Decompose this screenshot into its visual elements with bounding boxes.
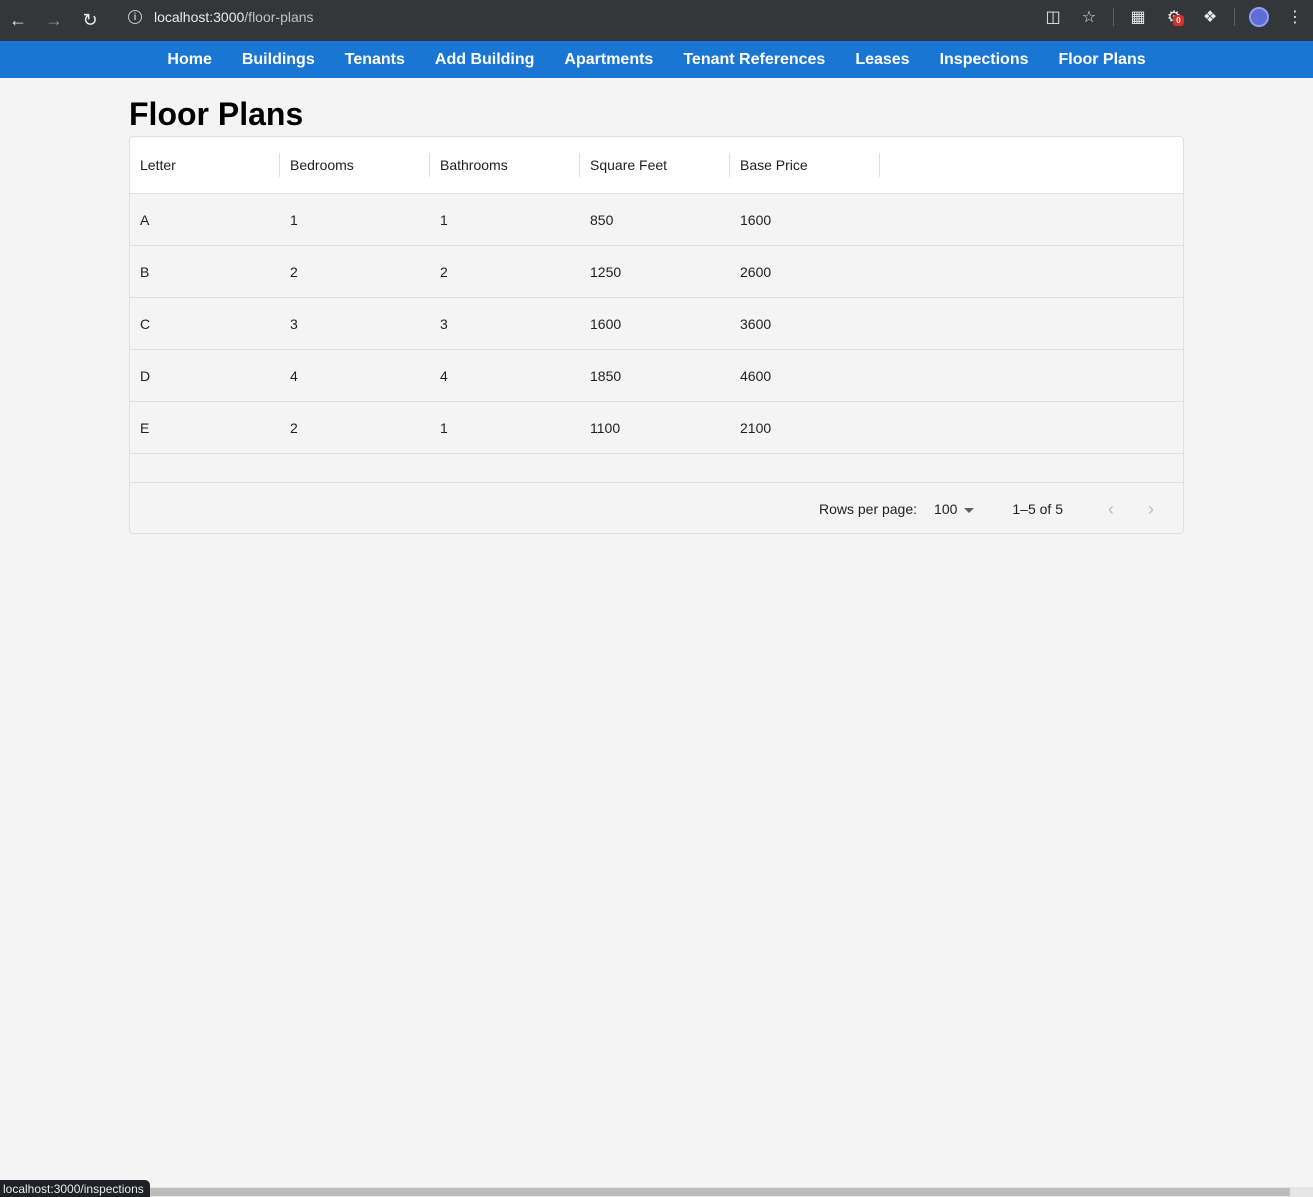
- rows-per-page-label: Rows per page:: [818, 501, 918, 517]
- column-header-bathrooms[interactable]: Bathrooms: [430, 137, 580, 193]
- column-header-letter[interactable]: Letter: [130, 137, 280, 193]
- url-host: localhost:3000: [154, 9, 245, 25]
- nav-link-floor-plans[interactable]: Floor Plans: [1043, 51, 1160, 69]
- nav-link-inspections[interactable]: Inspections: [925, 51, 1044, 69]
- page-title: Floor Plans: [129, 96, 304, 132]
- url-path: /floor-plans: [244, 9, 314, 25]
- cell-base-price[interactable]: 3600: [730, 298, 880, 349]
- table-row[interactable]: C 3 3 1600 3600: [130, 298, 1183, 350]
- cell-bathrooms[interactable]: 2: [430, 246, 580, 297]
- pagination-range: 1–5 of 5: [1012, 501, 1063, 517]
- nav-link-add-building[interactable]: Add Building: [420, 51, 550, 69]
- extensions-puzzle-icon[interactable]: ❖: [1192, 0, 1228, 34]
- cell-square-feet[interactable]: 1250: [580, 246, 730, 297]
- cell-bedrooms[interactable]: 4: [280, 350, 430, 401]
- link-status-bubble: localhost:3000/inspections: [0, 1180, 150, 1197]
- extension-badge: 0: [1173, 15, 1184, 26]
- rows-per-page-value: 100: [934, 501, 958, 517]
- cell-square-feet[interactable]: 1100: [580, 402, 730, 453]
- nav-link-tenants[interactable]: Tenants: [330, 51, 420, 69]
- cell-bathrooms[interactable]: 1: [430, 194, 580, 245]
- address-bar[interactable]: i localhost:3000/floor-plans: [116, 5, 1104, 29]
- next-page-button[interactable]: ›: [1131, 489, 1171, 529]
- table-row[interactable]: A 1 1 850 1600: [130, 194, 1183, 246]
- cell-bedrooms[interactable]: 3: [280, 298, 430, 349]
- extension-badge-icon[interactable]: ⚙0: [1156, 0, 1192, 34]
- cell-bedrooms[interactable]: 2: [280, 402, 430, 453]
- cell-square-feet[interactable]: 1850: [580, 350, 730, 401]
- cell-letter[interactable]: A: [130, 194, 280, 245]
- browser-toolbar: ← → ↻ i localhost:3000/floor-plans ◫ ☆ ▦…: [0, 0, 1313, 41]
- reload-icon[interactable]: ↻: [72, 4, 108, 38]
- grid-header: Letter Bedrooms Bathrooms Square Feet Ba…: [130, 137, 1183, 194]
- grid-empty-space: [130, 454, 1183, 483]
- scrollbar-thumb[interactable]: [0, 1188, 1290, 1196]
- nav-link-leases[interactable]: Leases: [840, 51, 924, 69]
- nav-link-home[interactable]: Home: [152, 51, 226, 69]
- table-row[interactable]: B 2 2 1250 2600: [130, 246, 1183, 298]
- grid-pagination: Rows per page: 100 1–5 of 5 ‹ ›: [130, 483, 1183, 535]
- toolbar-divider: [1113, 8, 1114, 26]
- cell-bathrooms[interactable]: 3: [430, 298, 580, 349]
- horizontal-scrollbar[interactable]: [0, 1187, 1313, 1197]
- nav-link-apartments[interactable]: Apartments: [549, 51, 668, 69]
- previous-page-button[interactable]: ‹: [1091, 489, 1131, 529]
- cell-bedrooms[interactable]: 1: [280, 194, 430, 245]
- app-navbar: Home Buildings Tenants Add Building Apar…: [0, 41, 1313, 78]
- cell-square-feet[interactable]: 1600: [580, 298, 730, 349]
- column-header-bedrooms[interactable]: Bedrooms: [280, 137, 430, 193]
- floor-plans-grid: Letter Bedrooms Bathrooms Square Feet Ba…: [129, 136, 1184, 534]
- install-app-icon[interactable]: ◫: [1035, 0, 1071, 34]
- chevron-left-icon: ‹: [1108, 498, 1114, 519]
- forward-icon[interactable]: →: [36, 4, 72, 38]
- cell-base-price[interactable]: 1600: [730, 194, 880, 245]
- browser-menu-icon[interactable]: ⋮: [1277, 0, 1313, 34]
- cell-letter[interactable]: D: [130, 350, 280, 401]
- rows-per-page-select[interactable]: 100: [934, 501, 975, 517]
- nav-link-buildings[interactable]: Buildings: [227, 51, 330, 69]
- cell-letter[interactable]: B: [130, 246, 280, 297]
- column-header-base-price[interactable]: Base Price: [730, 137, 880, 193]
- site-info-icon[interactable]: i: [128, 10, 142, 24]
- dropdown-caret-icon: [964, 507, 975, 513]
- cell-base-price[interactable]: 2100: [730, 402, 880, 453]
- toolbar-divider: [1234, 8, 1235, 26]
- table-row[interactable]: E 2 1 1100 2100: [130, 402, 1183, 454]
- cell-base-price[interactable]: 4600: [730, 350, 880, 401]
- column-header-square-feet[interactable]: Square Feet: [580, 137, 730, 193]
- cell-bathrooms[interactable]: 4: [430, 350, 580, 401]
- cell-letter[interactable]: E: [130, 402, 280, 453]
- cell-base-price[interactable]: 2600: [730, 246, 880, 297]
- cell-square-feet[interactable]: 850: [580, 194, 730, 245]
- cell-bedrooms[interactable]: 2: [280, 246, 430, 297]
- extension-icon[interactable]: ▦: [1120, 0, 1156, 34]
- table-row[interactable]: D 4 4 1850 4600: [130, 350, 1183, 402]
- cell-bathrooms[interactable]: 1: [430, 402, 580, 453]
- back-icon[interactable]: ←: [0, 4, 36, 38]
- chevron-right-icon: ›: [1148, 498, 1154, 519]
- nav-link-tenant-references[interactable]: Tenant References: [668, 51, 840, 69]
- profile-avatar[interactable]: [1241, 0, 1277, 34]
- bookmark-star-icon[interactable]: ☆: [1071, 0, 1107, 34]
- cell-letter[interactable]: C: [130, 298, 280, 349]
